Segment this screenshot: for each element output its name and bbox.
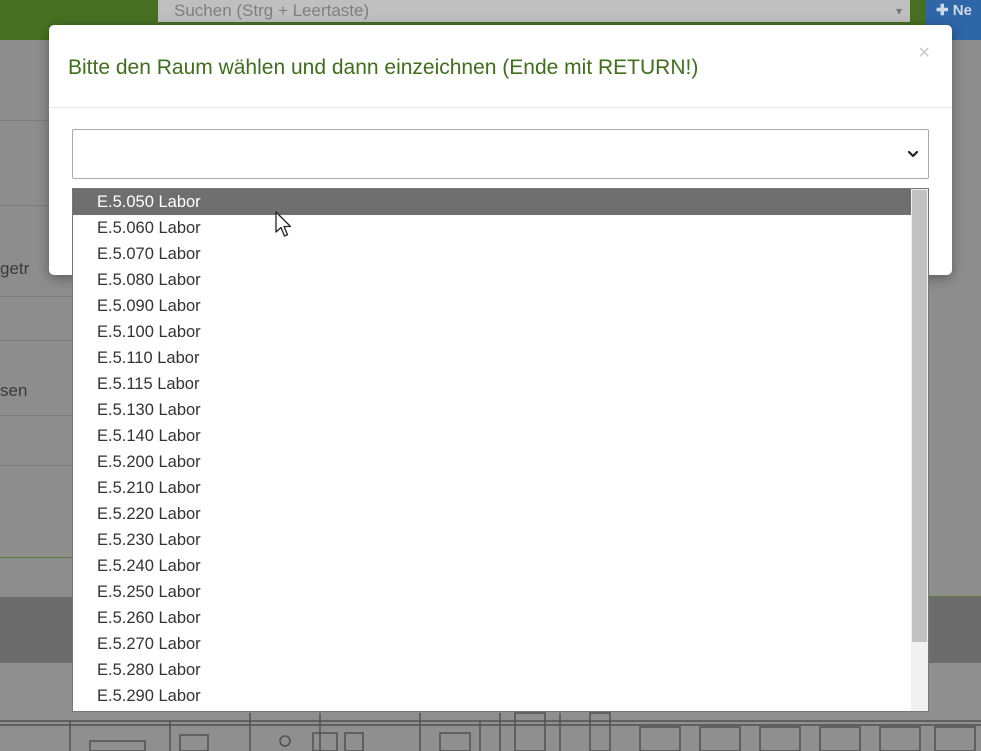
room-option[interactable]: E.5.270 Labor (73, 631, 911, 657)
room-option[interactable]: E.5.240 Labor (73, 553, 911, 579)
plus-icon: ✚ (936, 2, 949, 19)
room-options-list[interactable]: E.5.050 Labor E.5.060 Labor E.5.070 Labor E… (72, 188, 929, 712)
search-placeholder: Suchen (Strg + Leertaste) (174, 1, 370, 20)
room-option[interactable]: E.5.130 Labor (73, 397, 911, 423)
room-option[interactable]: E.5.115 Labor (73, 371, 911, 397)
room-option[interactable]: E.5.210 Labor (73, 475, 911, 501)
room-option[interactable]: E.5.070 Labor (73, 241, 911, 267)
chevron-down-icon (907, 150, 919, 158)
room-option[interactable]: E.5.280 Labor (73, 657, 911, 683)
close-icon[interactable]: × (918, 43, 930, 63)
room-option[interactable]: E.5.230 Labor (73, 527, 911, 553)
divider (0, 340, 75, 341)
room-option[interactable]: E.5.290 Labor (73, 683, 911, 709)
divider (0, 205, 50, 206)
room-option[interactable]: E.5.140 Labor (73, 423, 911, 449)
room-select[interactable] (72, 129, 929, 179)
global-search-input[interactable]: Suchen (Strg + Leertaste) ▾ (158, 0, 910, 22)
room-option[interactable]: E.5.260 Labor (73, 605, 911, 631)
divider (0, 120, 50, 121)
divider (0, 465, 75, 466)
room-option[interactable]: E.5.200 Labor (73, 449, 911, 475)
room-option[interactable]: E.5.110 Labor (73, 345, 911, 371)
divider (0, 557, 75, 558)
room-option[interactable]: E.5.220 Labor (73, 501, 911, 527)
divider (0, 415, 75, 416)
room-option[interactable]: E.5.060 Labor (73, 215, 911, 241)
divider (0, 296, 75, 297)
dialog-title: Bitte den Raum wählen und dann einzeichn… (68, 56, 699, 79)
room-option[interactable]: E.5.250 Labor (73, 579, 911, 605)
room-option[interactable]: E.5.090 Labor (73, 293, 911, 319)
options-container: E.5.050 Labor E.5.060 Labor E.5.070 Labor E… (73, 189, 911, 709)
scrollbar[interactable] (911, 189, 928, 711)
room-option[interactable]: E.5.080 Labor (73, 267, 911, 293)
new-button-label: Ne (952, 2, 972, 19)
room-option[interactable]: E.5.100 Labor (73, 319, 911, 345)
chevron-down-icon: ▾ (895, 4, 902, 18)
mouse-pointer-icon (275, 211, 292, 237)
sidebar-text: getr (0, 259, 30, 278)
scrollbar-thumb[interactable] (912, 190, 927, 642)
dialog-header: Bitte den Raum wählen und dann einzeichn… (49, 25, 952, 108)
room-option[interactable]: E.5.050 Labor (73, 189, 911, 215)
sidebar-text: sen (0, 381, 28, 400)
